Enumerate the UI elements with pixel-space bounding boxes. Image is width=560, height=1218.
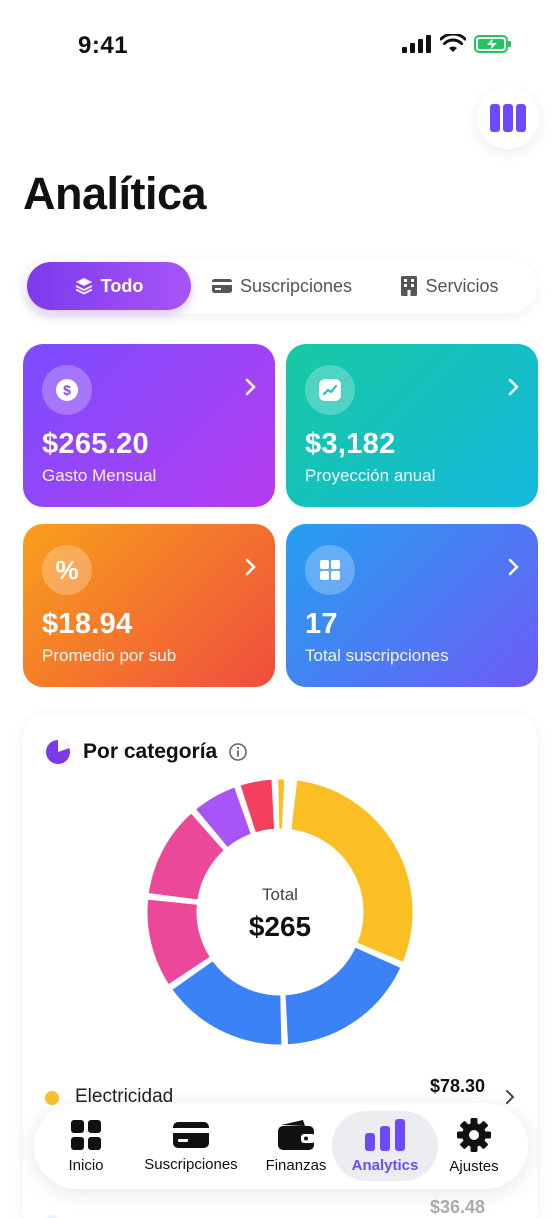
- card-annual-projection[interactable]: $3,182 Proyección anual: [286, 344, 538, 507]
- info-icon[interactable]: [229, 743, 248, 761]
- status-icons: [402, 34, 512, 54]
- tab-label: Servicios: [425, 275, 499, 296]
- category-header: Por categoría: [45, 739, 248, 765]
- wallet-icon: [278, 1119, 315, 1150]
- wifi-icon: [440, 34, 466, 52]
- nav-label: Analytics: [351, 1156, 419, 1174]
- card-value: $18.94: [42, 608, 133, 640]
- card-total-subscriptions[interactable]: 17 Total suscripciones: [286, 524, 538, 687]
- card-value: $265.20: [42, 428, 149, 460]
- building-icon: [401, 276, 418, 296]
- chevron-right-icon: [508, 558, 519, 576]
- columns-view-button[interactable]: [477, 87, 539, 149]
- chevron-right-icon: [508, 378, 519, 396]
- filter-tabs: Todo Suscripciones Servicios: [23, 258, 537, 314]
- nav-analytics[interactable]: Analytics: [332, 1111, 438, 1181]
- status-bar: 9:41: [0, 0, 560, 90]
- nav-suscripciones[interactable]: Suscripciones: [134, 1111, 248, 1181]
- tab-servicios[interactable]: Servicios: [375, 262, 525, 310]
- nav-inicio[interactable]: Inicio: [40, 1111, 132, 1181]
- tab-label: Suscripciones: [239, 275, 353, 296]
- legend-dot: [45, 1091, 59, 1105]
- columns-icon: [490, 104, 526, 132]
- card-monthly-spend[interactable]: $ $265.20 Gasto Mensual: [23, 344, 275, 507]
- status-time: 9:41: [78, 32, 129, 59]
- nav-ajustes[interactable]: Ajustes: [434, 1111, 514, 1181]
- credit-card-icon: [173, 1121, 209, 1148]
- chevron-right-icon: [506, 1090, 515, 1104]
- battery-icon: [474, 35, 511, 53]
- donut-slice[interactable]: [282, 943, 405, 1048]
- grid-icon: [305, 545, 355, 595]
- analytics-screen: 9:41 Analítica Todo Suscripciones Servic…: [0, 0, 560, 1218]
- category-title: Por categoría: [83, 740, 218, 763]
- nav-finanzas[interactable]: Finanzas: [252, 1111, 340, 1181]
- tab-todo[interactable]: Todo: [27, 262, 191, 310]
- bar-chart-icon: [365, 1118, 405, 1151]
- page-title: Analítica: [23, 168, 207, 219]
- trend-chart-icon: [305, 365, 355, 415]
- card-label: Gasto Mensual: [42, 466, 157, 485]
- card-label: Total suscripciones: [305, 646, 449, 665]
- chevron-right-icon: [245, 378, 256, 396]
- card-average-per-sub[interactable]: % $18.94 Promedio por sub: [23, 524, 275, 687]
- donut-total-value: $265: [248, 911, 312, 942]
- card-label: Promedio por sub: [42, 646, 177, 665]
- grid-icon: [71, 1119, 101, 1150]
- legend-row[interactable]: $36.48: [23, 1193, 537, 1218]
- percent-icon: %: [42, 545, 92, 595]
- nav-label: Finanzas: [265, 1156, 327, 1174]
- svg-text:$: $: [63, 382, 71, 398]
- card-value: $3,182: [305, 428, 396, 460]
- nav-label: Suscripciones: [144, 1155, 238, 1173]
- nav-label: Ajustes: [449, 1157, 499, 1175]
- bottom-nav: Inicio Suscripciones Finanzas Analytics …: [34, 1103, 528, 1189]
- chevron-right-icon: [245, 558, 256, 576]
- nav-label: Inicio: [68, 1156, 104, 1174]
- signal-icon: [402, 35, 431, 53]
- legend-amount: $78.30: [429, 1076, 485, 1096]
- donut-total-label: Total: [262, 885, 298, 904]
- donut-slice[interactable]: [275, 776, 288, 832]
- layers-icon: [75, 278, 93, 295]
- tab-label: Todo: [100, 275, 144, 296]
- card-value: 17: [305, 608, 338, 640]
- gear-icon: [457, 1117, 491, 1152]
- pie-chart-icon: [46, 740, 70, 764]
- credit-card-icon: [211, 279, 232, 293]
- legend-amount: $36.48: [429, 1197, 485, 1217]
- card-label: Proyección anual: [305, 466, 436, 485]
- tab-suscripciones[interactable]: Suscripciones: [199, 262, 365, 310]
- dollar-icon: $: [42, 365, 92, 415]
